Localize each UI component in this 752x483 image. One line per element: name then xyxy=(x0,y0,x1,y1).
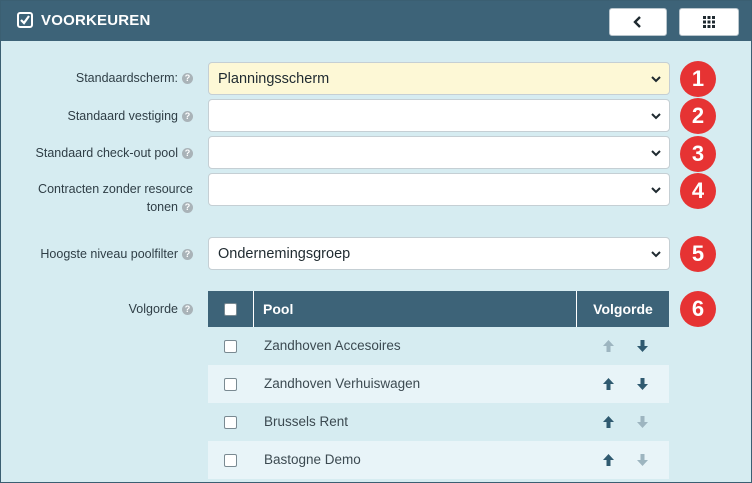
table-row: Zandhoven Verhuiswagen xyxy=(208,365,669,403)
row-checkbox[interactable] xyxy=(224,378,237,391)
arrow-up-icon[interactable] xyxy=(602,453,615,467)
arrow-up-icon[interactable] xyxy=(602,415,615,429)
select-all-checkbox[interactable] xyxy=(224,302,237,316)
field-label-text: Volgorde xyxy=(128,302,178,316)
panel-title: VOORKEUREN xyxy=(41,12,151,29)
field-label-text: Standaardscherm: xyxy=(75,71,178,85)
pool-name: Bastogne Demo xyxy=(264,452,361,467)
chevron-down-icon xyxy=(651,251,661,258)
select-all-cell xyxy=(208,291,254,327)
table-row: Brussels Rent xyxy=(208,403,669,441)
marker-badge: 1 xyxy=(680,61,716,97)
panel-header: VOORKEUREN xyxy=(1,1,751,41)
table-header: Pool Volgorde xyxy=(208,291,669,327)
default-screen-select[interactable]: Planningsscherm xyxy=(208,62,670,95)
column-header-order: Volgorde xyxy=(576,291,669,327)
field-label-text: Hoogste niveau poolfilter xyxy=(40,247,178,261)
row-checkbox[interactable] xyxy=(224,340,237,353)
table-body: Zandhoven Accesoires Zandhoven Verhuiswag… xyxy=(208,327,669,479)
pool-name: Zandhoven Accesoires xyxy=(264,338,401,353)
field-label-contracts-without-resource: Contracten zonder resource tonen? xyxy=(21,180,193,216)
pool-order-table: Pool Volgorde Zandhoven Accesoires Zandho… xyxy=(208,291,669,479)
marker-badge: 3 xyxy=(680,136,716,172)
field-label-text: Standaard vestiging xyxy=(67,109,179,123)
arrow-down-icon xyxy=(637,416,648,428)
arrow-down-icon[interactable] xyxy=(636,377,649,391)
field-label-pool-filter: Hoogste niveau poolfilter? xyxy=(21,245,193,263)
marker-badge: 2 xyxy=(680,98,716,134)
arrow-up-icon[interactable] xyxy=(602,377,615,391)
chevron-down-icon xyxy=(651,150,661,157)
field-label-text: Standaard check-out pool xyxy=(35,146,178,160)
field-label-default-branch: Standaard vestiging? xyxy=(21,107,193,125)
preferences-panel: VOORKEUREN Standaardscherm:? Planningssc… xyxy=(0,0,752,483)
row-checkbox-cell xyxy=(224,378,237,394)
help-icon[interactable]: ? xyxy=(182,111,193,123)
table-row: Zandhoven Accesoires xyxy=(208,327,669,365)
column-header-pool: Pool xyxy=(263,301,294,317)
chevron-down-icon xyxy=(651,76,661,83)
select-value: Planningsscherm xyxy=(218,70,330,87)
table-row: Bastogne Demo xyxy=(208,441,669,479)
field-label-order: Volgorde? xyxy=(21,300,193,318)
checkout-pool-select[interactable] xyxy=(208,136,670,169)
arrow-up-icon xyxy=(603,340,614,352)
field-label-default-screen: Standaardscherm:? xyxy=(21,69,193,87)
chevron-down-icon xyxy=(651,113,661,120)
checkbox-icon xyxy=(17,12,33,28)
chevron-left-icon xyxy=(633,16,641,28)
arrow-down-icon[interactable] xyxy=(636,339,649,353)
field-label-text: tonen xyxy=(146,200,178,214)
marker-badge: 4 xyxy=(680,173,716,209)
help-icon[interactable]: ? xyxy=(182,148,193,160)
help-icon[interactable]: ? xyxy=(182,249,193,261)
row-checkbox[interactable] xyxy=(224,416,237,429)
help-icon[interactable]: ? xyxy=(182,202,193,214)
field-label-text: Contracten zonder resource xyxy=(38,182,193,196)
grid-menu-button[interactable] xyxy=(679,8,739,36)
contracts-without-resource-select[interactable] xyxy=(208,173,670,206)
pool-name: Brussels Rent xyxy=(264,414,349,429)
help-icon[interactable]: ? xyxy=(182,304,193,316)
chevron-down-icon xyxy=(651,187,661,194)
row-checkbox[interactable] xyxy=(224,454,237,467)
pool-name: Zandhoven Verhuiswagen xyxy=(264,376,421,391)
marker-badge: 6 xyxy=(680,291,716,327)
select-value: Ondernemingsgroep xyxy=(218,245,351,262)
row-checkbox-cell xyxy=(224,340,237,356)
pool-filter-select[interactable]: Ondernemingsgroep xyxy=(208,237,670,270)
grid-icon xyxy=(703,16,715,28)
row-checkbox-cell xyxy=(224,416,237,432)
arrow-down-icon xyxy=(637,454,648,466)
default-branch-select[interactable] xyxy=(208,99,670,132)
row-checkbox-cell xyxy=(224,454,237,470)
marker-badge: 5 xyxy=(680,236,716,272)
help-icon[interactable]: ? xyxy=(182,73,193,85)
back-button[interactable] xyxy=(609,8,667,36)
field-label-checkout-pool: Standaard check-out pool? xyxy=(21,144,193,162)
